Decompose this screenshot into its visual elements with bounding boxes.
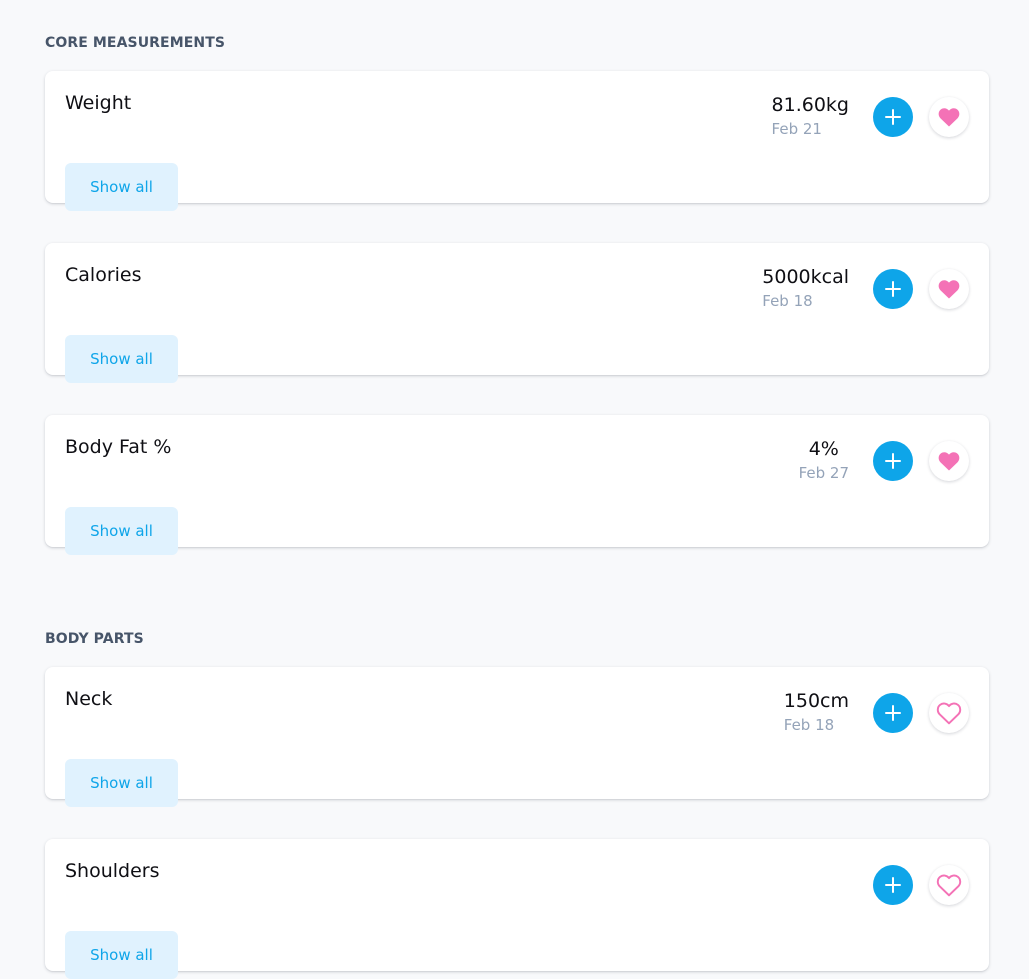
show-all-button[interactable]: Show all (65, 759, 178, 807)
add-entry-button[interactable] (873, 269, 913, 309)
measurement-name: Neck (65, 688, 113, 710)
latest-reading: 4% Feb 27 (799, 437, 849, 483)
favorite-button[interactable] (929, 97, 969, 137)
measurement-card-shoulders: Shoulders Show all (45, 839, 989, 979)
latest-reading: 5000kcal Feb 18 (762, 265, 849, 311)
section-title-core-measurements: CORE MEASUREMENTS (45, 35, 226, 51)
show-all-button[interactable]: Show all (65, 335, 178, 383)
plus-icon (885, 453, 901, 469)
measurement-card-neck: Neck 150cm Feb 18 Show all (45, 667, 989, 807)
measurement-name: Weight (65, 92, 132, 114)
favorite-button[interactable] (929, 865, 969, 905)
latest-value: 5000kcal (762, 266, 849, 288)
measurement-card-weight: Weight 81.60kg Feb 21 Show all (45, 71, 989, 211)
add-entry-button[interactable] (873, 865, 913, 905)
latest-reading: 150cm Feb 18 (784, 689, 849, 735)
measurement-name: Shoulders (65, 860, 160, 882)
plus-icon (885, 877, 901, 893)
show-all-button[interactable]: Show all (65, 931, 178, 979)
measurement-name: Calories (65, 264, 142, 286)
favorite-button[interactable] (929, 693, 969, 733)
show-all-button[interactable]: Show all (65, 507, 178, 555)
favorite-button[interactable] (929, 441, 969, 481)
latest-value: 4% (808, 438, 839, 460)
heart-filled-icon (938, 108, 960, 127)
latest-value: 81.60kg (771, 94, 849, 116)
measurement-name: Body Fat % (65, 436, 172, 458)
show-all-button[interactable]: Show all (65, 163, 178, 211)
latest-value: 150cm (783, 690, 849, 712)
heart-outline-icon (936, 702, 962, 725)
plus-icon (885, 281, 901, 297)
heart-filled-icon (938, 280, 960, 299)
latest-date: Feb 27 (798, 464, 849, 482)
latest-date: Feb 21 (771, 120, 822, 138)
measurement-card-body-fat: Body Fat % 4% Feb 27 Show all (45, 415, 989, 555)
latest-date: Feb 18 (762, 292, 813, 310)
plus-icon (885, 705, 901, 721)
latest-reading: 81.60kg Feb 21 (772, 93, 849, 139)
favorite-button[interactable] (929, 269, 969, 309)
add-entry-button[interactable] (873, 97, 913, 137)
heart-filled-icon (938, 452, 960, 471)
plus-icon (885, 109, 901, 125)
add-entry-button[interactable] (873, 693, 913, 733)
measurement-card-calories: Calories 5000kcal Feb 18 Show all (45, 243, 989, 383)
section-title-body-parts: BODY PARTS (45, 631, 144, 647)
add-entry-button[interactable] (873, 441, 913, 481)
latest-date: Feb 18 (783, 716, 835, 734)
heart-outline-icon (936, 874, 962, 897)
